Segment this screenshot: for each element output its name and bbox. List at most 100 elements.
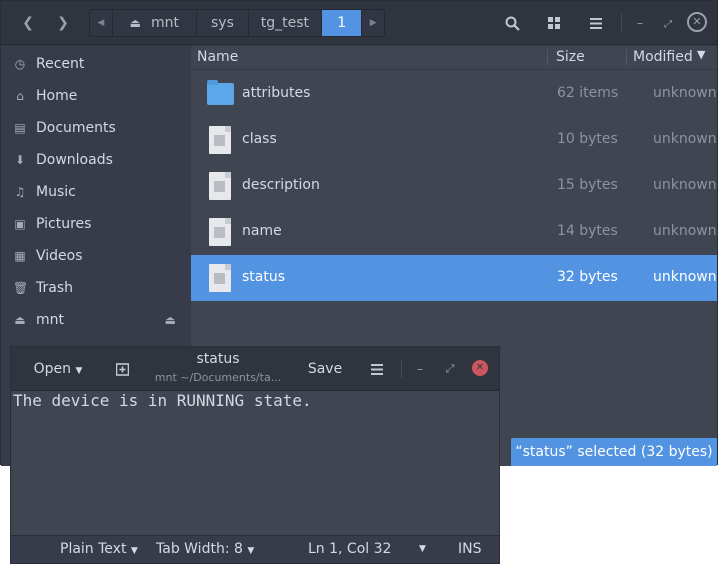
open-button[interactable]: Open ▼	[25, 355, 91, 383]
file-row-name[interactable]: name 14 bytes unknown	[191, 209, 717, 255]
insert-mode-indicator[interactable]: INS	[458, 541, 482, 557]
sidebar-item-mnt[interactable]: ⏏ mnt ⏏	[1, 304, 191, 336]
column-separator	[626, 49, 627, 65]
column-modified-header[interactable]: Modified	[633, 49, 693, 65]
sidebar-item-home[interactable]: ⌂ Home	[1, 80, 191, 112]
hamburger-icon	[590, 18, 602, 29]
path-crumb-label: mnt	[151, 15, 179, 31]
editor-maximize-button[interactable]: ⤢	[439, 357, 461, 381]
editor-text-area[interactable]: The device is in RUNNING state.	[11, 391, 499, 535]
file-modified: unknown	[653, 85, 717, 101]
clock-icon: ◷	[14, 57, 26, 71]
minimize-button[interactable]: –	[628, 11, 652, 35]
chevron-right-icon: ❯	[57, 15, 69, 31]
chevron-down-icon: ▼	[247, 546, 255, 556]
maximize-icon: ⤢	[445, 362, 455, 375]
new-document-button[interactable]	[109, 355, 135, 383]
file-icon	[209, 264, 231, 292]
file-row-status[interactable]: status 32 bytes unknown	[191, 255, 717, 301]
file-size: 62 items	[557, 85, 619, 101]
close-button[interactable]: ✕	[687, 12, 707, 32]
path-crumb-tg-test[interactable]: tg_test	[249, 10, 323, 36]
sidebar-item-label: mnt	[36, 312, 64, 328]
file-row-attributes[interactable]: attributes 62 items unknown	[191, 71, 717, 117]
editor-menu-button[interactable]	[363, 355, 391, 383]
search-icon	[505, 16, 520, 31]
triangle-left-icon: ◀	[97, 18, 105, 28]
sidebar-item-label: Documents	[36, 120, 116, 136]
sidebar-item-downloads[interactable]: ⬇ Downloads	[1, 144, 191, 176]
sidebar-item-music[interactable]: ♫ Music	[1, 176, 191, 208]
back-button[interactable]: ❮	[13, 9, 43, 37]
path-crumb-current[interactable]: 1	[322, 10, 362, 36]
selection-status-badge: “status” selected (32 bytes)	[511, 438, 717, 466]
path-scroll-left-button[interactable]: ◀	[90, 10, 113, 36]
path-crumb-mnt[interactable]: ⏏ mnt	[113, 10, 198, 36]
file-name: attributes	[242, 85, 311, 101]
maximize-button[interactable]: ⤢	[656, 11, 680, 35]
file-icon	[209, 172, 231, 200]
pictures-icon: ▣	[14, 217, 26, 231]
column-header: Name Size Modified ▼	[191, 46, 717, 70]
file-manager-header: ❮ ❯ ◀ ⏏ mnt sys tg_test 1 ▶ – ⤢ ✕	[1, 1, 717, 45]
grid-icon	[548, 17, 560, 29]
view-grid-button[interactable]	[539, 9, 569, 37]
path-crumb-sys[interactable]: sys	[197, 10, 249, 36]
file-size: 10 bytes	[557, 131, 618, 147]
position-dropdown-chevron-down-icon[interactable]: ▼	[419, 544, 426, 554]
sidebar-item-label: Downloads	[36, 152, 113, 168]
sidebar-item-label: Trash	[36, 280, 73, 296]
sidebar-item-label: Recent	[36, 56, 85, 72]
path-scroll-right-button[interactable]: ▶	[361, 10, 384, 36]
download-icon: ⬇	[14, 153, 26, 167]
close-icon: ✕	[692, 15, 702, 28]
cursor-position: Ln 1, Col 32	[308, 541, 392, 557]
save-button[interactable]: Save	[301, 355, 349, 383]
column-size-header[interactable]: Size	[556, 49, 585, 65]
search-button[interactable]	[497, 9, 527, 37]
sidebar-item-label: Pictures	[36, 216, 92, 232]
tab-width-selector[interactable]: Tab Width: 8 ▼	[156, 541, 254, 557]
path-crumb-label: tg_test	[260, 15, 310, 31]
column-name-header[interactable]: Name	[197, 49, 238, 65]
sidebar-item-label: Videos	[36, 248, 83, 264]
sidebar-item-trash[interactable]: 🗑 Trash	[1, 272, 191, 304]
sidebar-item-label: Home	[36, 88, 78, 104]
sidebar-item-recent[interactable]: ◷ Recent	[1, 48, 191, 80]
minimize-icon: –	[417, 362, 423, 376]
menu-button[interactable]	[581, 9, 611, 37]
header-separator	[621, 14, 622, 32]
new-document-icon	[115, 363, 129, 376]
path-bar: ◀ ⏏ mnt sys tg_test 1 ▶	[89, 9, 385, 37]
file-size: 15 bytes	[557, 177, 618, 193]
path-crumb-label: 1	[337, 15, 347, 31]
editor-content: The device is in RUNNING state.	[13, 391, 312, 410]
file-modified: unknown	[653, 223, 717, 239]
file-icon	[209, 126, 231, 154]
sidebar-item-videos[interactable]: ▦ Videos	[1, 240, 191, 272]
file-modified: unknown	[653, 131, 717, 147]
editor-minimize-button[interactable]: –	[409, 357, 431, 381]
eject-icon[interactable]: ⏏	[165, 313, 176, 327]
chevron-down-icon: ▼	[75, 366, 83, 376]
chevron-down-icon: ▼	[130, 546, 138, 556]
column-separator	[547, 49, 548, 65]
maximize-icon: ⤢	[664, 19, 672, 30]
eject-icon: ⏏	[129, 16, 141, 30]
sidebar-item-label: Music	[36, 184, 76, 200]
file-row-description[interactable]: description 15 bytes unknown	[191, 163, 717, 209]
text-editor-window: Open ▼ status mnt ~/Documents/ta... Save…	[10, 346, 500, 564]
file-name: status	[242, 269, 286, 285]
file-modified: unknown	[653, 269, 717, 285]
sidebar-item-pictures[interactable]: ▣ Pictures	[1, 208, 191, 240]
sidebar-item-documents[interactable]: ▤ Documents	[1, 112, 191, 144]
open-button-label: Open	[33, 361, 72, 377]
editor-status-bar: Plain Text ▼ Tab Width: 8 ▼ Ln 1, Col 32…	[11, 535, 499, 563]
file-row-class[interactable]: class 10 bytes unknown	[191, 117, 717, 163]
file-modified: unknown	[653, 177, 717, 193]
editor-close-button[interactable]: ✕	[472, 360, 488, 376]
forward-button[interactable]: ❯	[48, 9, 78, 37]
language-selector[interactable]: Plain Text ▼	[60, 541, 138, 557]
hamburger-icon	[371, 364, 383, 375]
file-icon	[209, 218, 231, 246]
